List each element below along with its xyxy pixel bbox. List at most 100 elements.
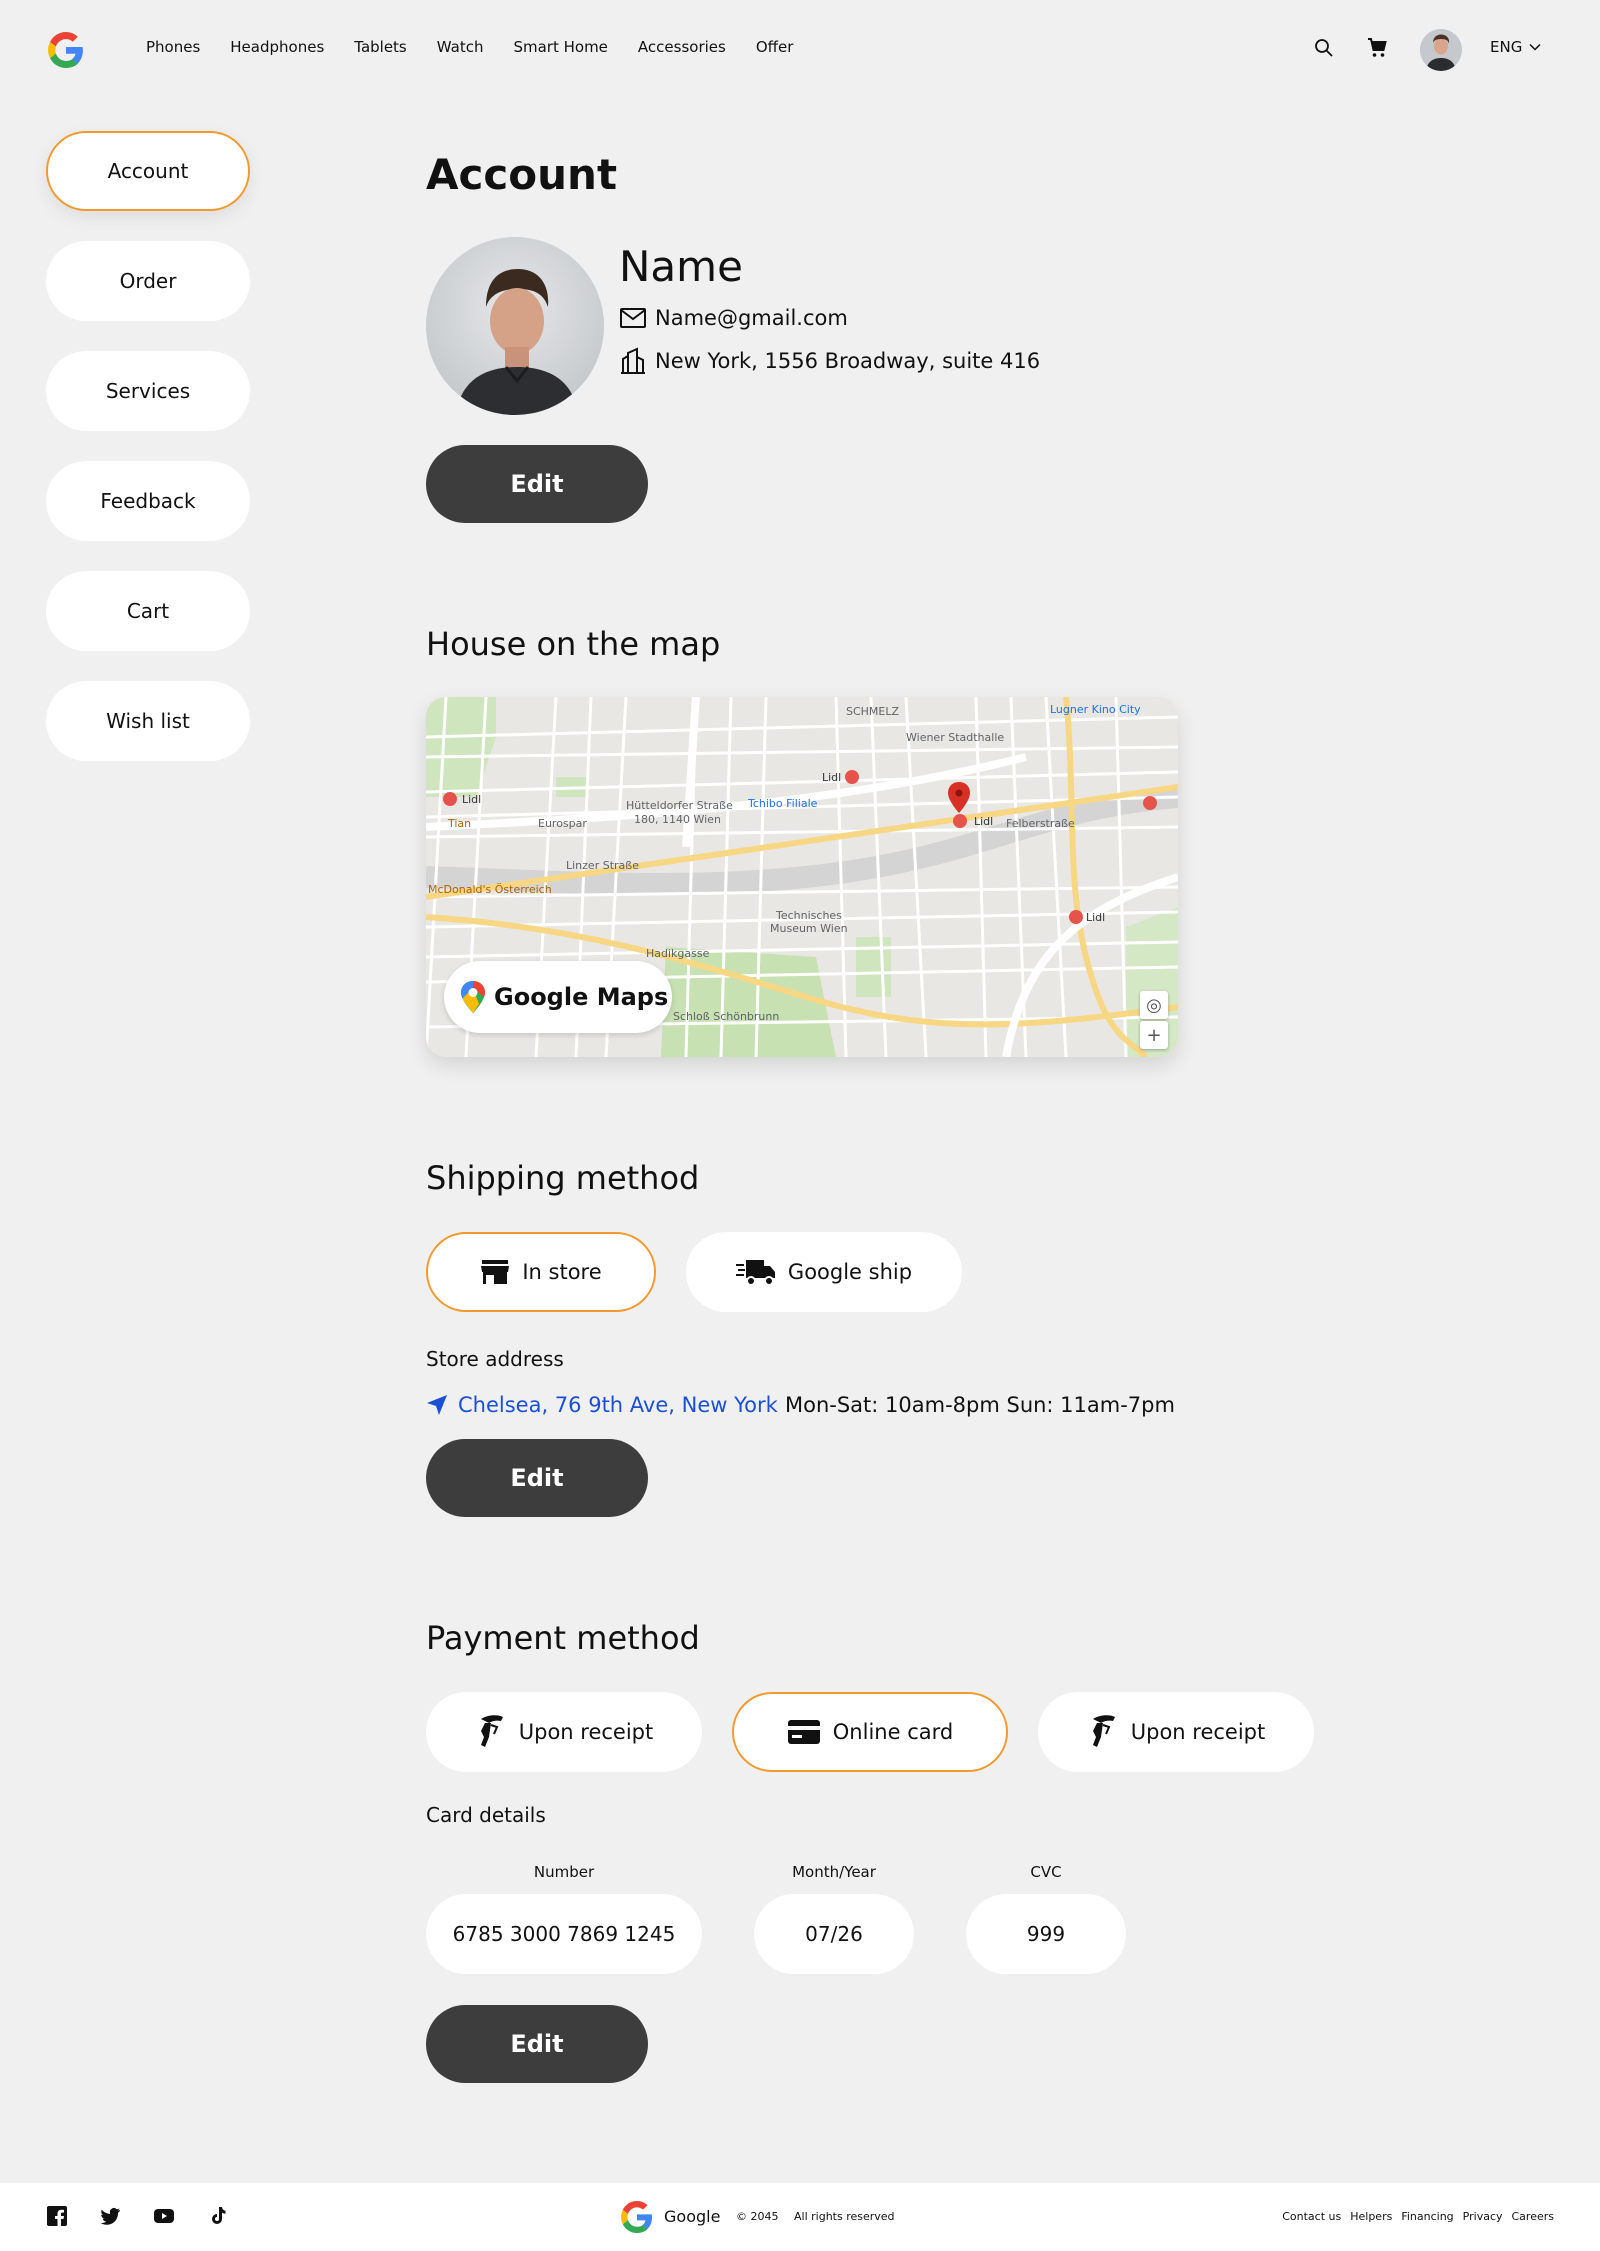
map-label-tian: Tian: [447, 817, 471, 830]
header: Phones Headphones Tablets Watch Smart Ho…: [0, 0, 1600, 100]
chevron-down-icon: [1529, 43, 1541, 51]
edit-account-button[interactable]: Edit: [426, 445, 648, 523]
shipping-option-google-ship[interactable]: Google ship: [686, 1232, 962, 1312]
payment-section-title: Payment method: [426, 1619, 700, 1657]
card-details-label: Card details: [426, 1803, 546, 1827]
card-number-field[interactable]: [426, 1894, 702, 1974]
google-logo-icon[interactable]: [48, 32, 84, 68]
footer-link-financing[interactable]: Financing: [1401, 2210, 1453, 2223]
hand-cash-icon: [480, 1715, 503, 1747]
card-cvc-field[interactable]: [966, 1894, 1126, 1974]
payment-option-upon-receipt-1[interactable]: Upon receipt: [426, 1692, 702, 1772]
payment-option-online-card[interactable]: Online card: [732, 1692, 1008, 1772]
nav-item-accessories[interactable]: Accessories: [638, 38, 726, 56]
person-icon: [1420, 29, 1462, 71]
payment-option-label: Online card: [832, 1720, 954, 1744]
google-maps-pin-icon: [461, 981, 485, 1013]
sidebar-item-order[interactable]: Order: [46, 241, 250, 321]
nav-item-headphones[interactable]: Headphones: [230, 38, 324, 56]
map-view[interactable]: SCHMELZ Wiener Stadthalle Hütteldorfer S…: [426, 697, 1178, 1057]
shipping-option-label: Google ship: [787, 1260, 913, 1284]
google-logo-icon[interactable]: [621, 2201, 653, 2233]
footer-link-privacy[interactable]: Privacy: [1463, 2210, 1503, 2223]
footer-link-contact[interactable]: Contact us: [1282, 2210, 1341, 2223]
map-label-eurospar: Eurospar: [538, 817, 587, 830]
store-hours: Mon-Sat: 10am-8pm Sun: 11am-7pm: [785, 1393, 1175, 1417]
footer-rights: All rights reserved: [794, 2210, 895, 2223]
language-selector[interactable]: ENG: [1490, 38, 1542, 56]
store-icon: [481, 1260, 510, 1284]
cart-icon[interactable]: [1365, 36, 1389, 60]
map-label-lidl-3: Lidl: [462, 793, 481, 806]
map-label-huttel: Hütteldorfer Straße: [626, 799, 733, 812]
edit-shipping-button[interactable]: Edit: [426, 1439, 648, 1517]
main-nav: Phones Headphones Tablets Watch Smart Ho…: [146, 38, 823, 56]
map-label-felber: Felberstraße: [1006, 817, 1075, 830]
footer-copyright: © 2045: [736, 2210, 779, 2223]
nav-item-smart-home[interactable]: Smart Home: [513, 38, 607, 56]
shipping-section-title: Shipping method: [426, 1159, 700, 1197]
tiktok-icon[interactable]: [207, 2205, 229, 2227]
user-name: Name: [619, 242, 743, 291]
edit-payment-button[interactable]: Edit: [426, 2005, 648, 2083]
footer-link-helpers[interactable]: Helpers: [1350, 2210, 1392, 2223]
map-label-huttel-addr: 180, 1140 Wien: [634, 813, 721, 826]
map-label-lugner: Lugner Kino City: [1050, 703, 1141, 716]
youtube-icon[interactable]: [153, 2205, 175, 2227]
footer-link-careers[interactable]: Careers: [1512, 2210, 1555, 2223]
map-label-hadik: Hadikgasse: [646, 947, 710, 960]
map-label-museum2: Museum Wien: [770, 922, 848, 935]
user-avatar[interactable]: [1420, 29, 1462, 71]
map-section-title: House on the map: [426, 625, 721, 663]
footer-links: Contact us Helpers Financing Privacy Car…: [1282, 2210, 1554, 2223]
user-email: Name@gmail.com: [655, 306, 848, 330]
my-location-icon[interactable]: ◎: [1140, 991, 1168, 1019]
store-address-link[interactable]: Chelsea, 76 9th Ave, New York: [426, 1393, 778, 1417]
sidebar-item-cart[interactable]: Cart: [46, 571, 250, 651]
page-title: Account: [426, 150, 618, 199]
payment-option-upon-receipt-2[interactable]: Upon receipt: [1038, 1692, 1314, 1772]
delivery-truck-icon: [735, 1260, 775, 1286]
map-label-lidl-2: Lidl: [822, 771, 841, 784]
map-label-lidl-4: Lidl: [1086, 911, 1105, 924]
card-month-year-field[interactable]: [754, 1894, 914, 1974]
google-maps-label: Google Maps: [494, 983, 669, 1011]
payment-option-label: Upon receipt: [518, 1720, 654, 1744]
card-cvc-label: CVC: [1030, 1863, 1062, 1881]
nav-item-watch[interactable]: Watch: [437, 38, 484, 56]
hand-cash-icon: [1092, 1715, 1115, 1747]
store-address-text: Chelsea, 76 9th Ave, New York: [458, 1393, 778, 1417]
sidebar-item-account[interactable]: Account: [46, 131, 250, 211]
sidebar-item-feedback[interactable]: Feedback: [46, 461, 250, 541]
shipping-option-in-store[interactable]: In store: [426, 1232, 656, 1312]
map-label-schmelz: SCHMELZ: [846, 705, 900, 718]
twitter-icon[interactable]: [99, 2205, 121, 2227]
profile-photo: [426, 237, 604, 415]
card-month-year-label: Month/Year: [792, 1863, 876, 1881]
shipping-option-label: In store: [522, 1260, 602, 1284]
address-row: New York, 1556 Broadway, suite 416: [619, 347, 1040, 375]
footer-brand: Google: [664, 2207, 721, 2226]
mail-icon: [620, 308, 646, 328]
sidebar-item-services[interactable]: Services: [46, 351, 250, 431]
facebook-icon[interactable]: [46, 2205, 68, 2227]
credit-card-icon: [787, 1720, 820, 1744]
sidebar-item-wish-list[interactable]: Wish list: [46, 681, 250, 761]
card-number-label: Number: [533, 1863, 595, 1881]
map-label-mcd: McDonald's Österreich: [428, 883, 552, 896]
building-icon: [621, 347, 645, 374]
search-icon[interactable]: [1312, 36, 1336, 60]
footer: Google © 2045 All rights reserved Contac…: [0, 2183, 1600, 2251]
map-label-museum1: Technisches: [775, 909, 842, 922]
nav-item-tablets[interactable]: Tablets: [354, 38, 407, 56]
nav-item-phones[interactable]: Phones: [146, 38, 200, 56]
payment-option-label: Upon receipt: [1130, 1720, 1266, 1744]
google-maps-badge[interactable]: Google Maps: [444, 961, 672, 1033]
store-address-label: Store address: [426, 1347, 564, 1371]
navigation-arrow-icon: [427, 1395, 447, 1415]
nav-item-offer[interactable]: Offer: [756, 38, 794, 56]
map-label-lidl-main: Lidl: [974, 815, 993, 828]
zoom-in-button[interactable]: +: [1140, 1021, 1168, 1049]
person-icon: [426, 237, 604, 415]
user-address: New York, 1556 Broadway, suite 416: [655, 349, 1041, 373]
